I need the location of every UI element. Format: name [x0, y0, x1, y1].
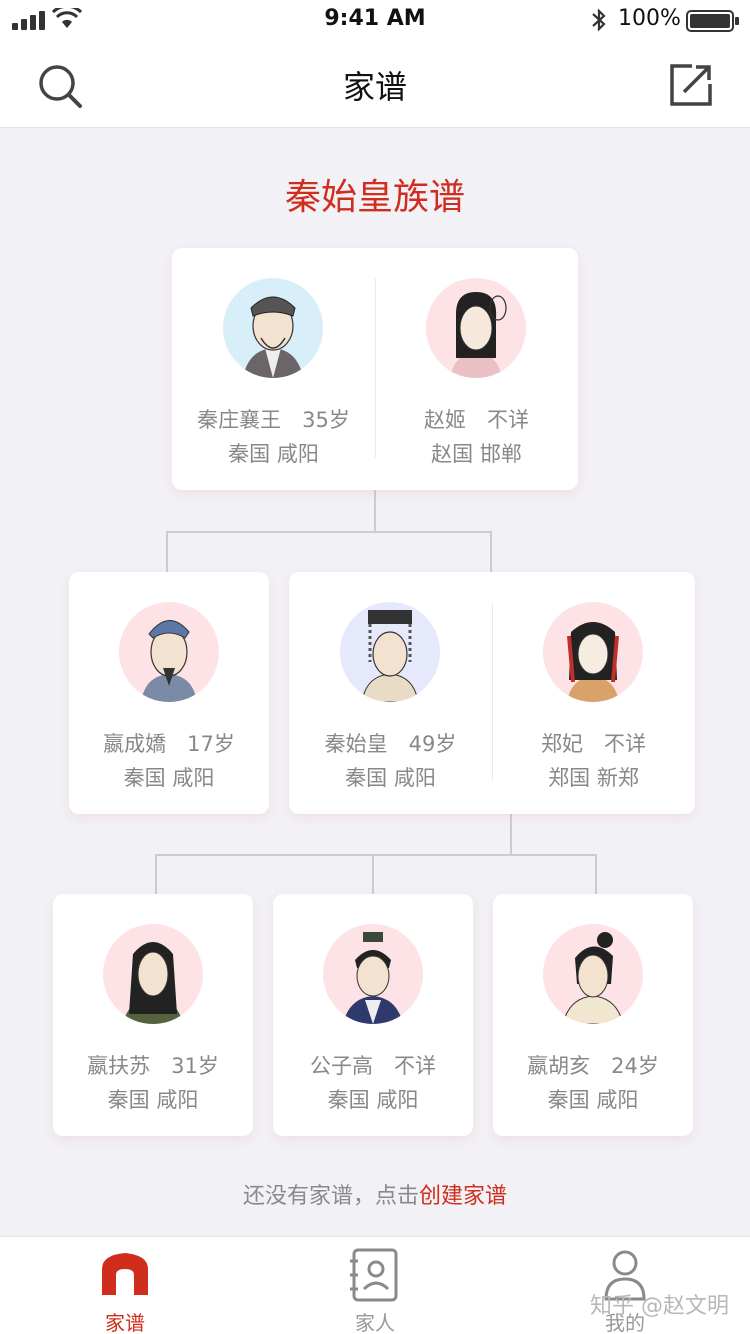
connector-line	[374, 490, 376, 532]
prompt-text: 还没有家谱，点击	[242, 1184, 419, 1209]
person-ying-fusu[interactable]: 嬴扶苏 31岁 秦国 咸阳	[53, 894, 253, 1136]
person-name-age: 嬴成嬌 17岁	[103, 732, 235, 756]
contacts-icon	[350, 1248, 398, 1302]
person-card[interactable]: 嬴成嬌 17岁 秦国 咸阳	[69, 572, 269, 814]
watermark: 知乎 @赵文明	[590, 1294, 729, 1319]
person-zhao-ji[interactable]: 赵姬 不详 赵国 邯郸	[375, 248, 578, 490]
person-location: 秦国 咸阳	[228, 442, 319, 466]
avatar	[543, 602, 643, 702]
person-name-age: 秦庄襄王 35岁	[197, 408, 350, 432]
person-name-age: 嬴扶苏 31岁	[87, 1054, 219, 1078]
avatar	[323, 924, 423, 1024]
tab-label: 家谱	[105, 1311, 145, 1334]
person-gongzi-gao[interactable]: 公子高 不详 秦国 咸阳	[273, 894, 473, 1136]
connector-line	[372, 854, 374, 895]
person-ying-huhai[interactable]: 嬴胡亥 24岁 秦国 咸阳	[493, 894, 693, 1136]
person-card[interactable]: 嬴扶苏 31岁 秦国 咸阳	[53, 894, 253, 1136]
person-location: 秦国 咸阳	[107, 1088, 199, 1112]
parents-card[interactable]: 秦庄襄王 35岁 秦国 咸阳 赵姬 不详 赵国 邯郸	[172, 248, 578, 490]
person-location: 秦国 咸阳	[345, 766, 436, 790]
person-name-age: 郑妃 不详	[541, 732, 646, 756]
tab-family-members[interactable]: 家人	[250, 1237, 500, 1334]
tab-label: 家人	[355, 1311, 395, 1334]
person-card[interactable]: 公子高 不详 秦国 咸阳	[273, 894, 473, 1136]
family-tree-title: 秦始皇族谱	[284, 177, 465, 218]
person-location: 秦国 咸阳	[123, 766, 215, 790]
avatar	[223, 278, 323, 378]
home-icon	[102, 1253, 148, 1295]
connector-line	[166, 531, 168, 573]
person-card[interactable]: 嬴胡亥 24岁 秦国 咸阳	[493, 894, 693, 1136]
person-name-age: 公子高 不详	[310, 1054, 436, 1078]
connector-line	[155, 854, 157, 895]
person-location: 秦国 咸阳	[327, 1088, 419, 1112]
avatar	[426, 278, 526, 378]
person-qin-zhuangxiang[interactable]: 秦庄襄王 35岁 秦国 咸阳	[172, 248, 375, 490]
person-name-age: 嬴胡亥 24岁	[527, 1054, 659, 1078]
avatar	[543, 924, 643, 1024]
bluetooth-icon	[592, 8, 606, 32]
navigation-bar: 家谱	[0, 40, 750, 128]
battery-percentage: 100%	[618, 6, 681, 31]
person-zheng-fei[interactable]: 郑妃 不详 郑国 新郑	[492, 572, 695, 814]
couple-card[interactable]: 秦始皇 49岁 秦国 咸阳 郑妃 不详 郑国 新郑	[289, 572, 695, 814]
battery-icon	[686, 10, 739, 32]
person-name-age: 秦始皇 49岁	[324, 732, 457, 756]
person-ying-chengjiao[interactable]: 嬴成嬌 17岁 秦国 咸阳	[69, 572, 269, 814]
connector-line	[510, 813, 512, 855]
page-title: 家谱	[342, 68, 407, 106]
share-icon[interactable]	[668, 62, 714, 108]
person-name-age: 赵姬 不详	[424, 408, 529, 432]
person-location: 秦国 咸阳	[547, 1088, 639, 1112]
avatar	[103, 924, 203, 1024]
tab-family-tree[interactable]: 家谱	[0, 1237, 250, 1334]
person-location: 郑国 新郑	[548, 766, 639, 790]
connector-line	[490, 531, 492, 573]
avatar	[340, 602, 440, 702]
create-tree-prompt: 还没有家谱，点击创建家谱	[0, 1178, 750, 1210]
person-qin-shihuang[interactable]: 秦始皇 49岁 秦国 咸阳	[289, 572, 492, 814]
connector-line	[166, 531, 492, 533]
connector-line	[155, 854, 597, 856]
connector-line	[595, 854, 597, 895]
create-family-tree-link[interactable]: 创建家谱	[419, 1184, 507, 1209]
avatar	[119, 602, 219, 702]
status-bar: 9:41 AM 100%	[0, 0, 750, 40]
person-location: 赵国 邯郸	[431, 442, 522, 466]
